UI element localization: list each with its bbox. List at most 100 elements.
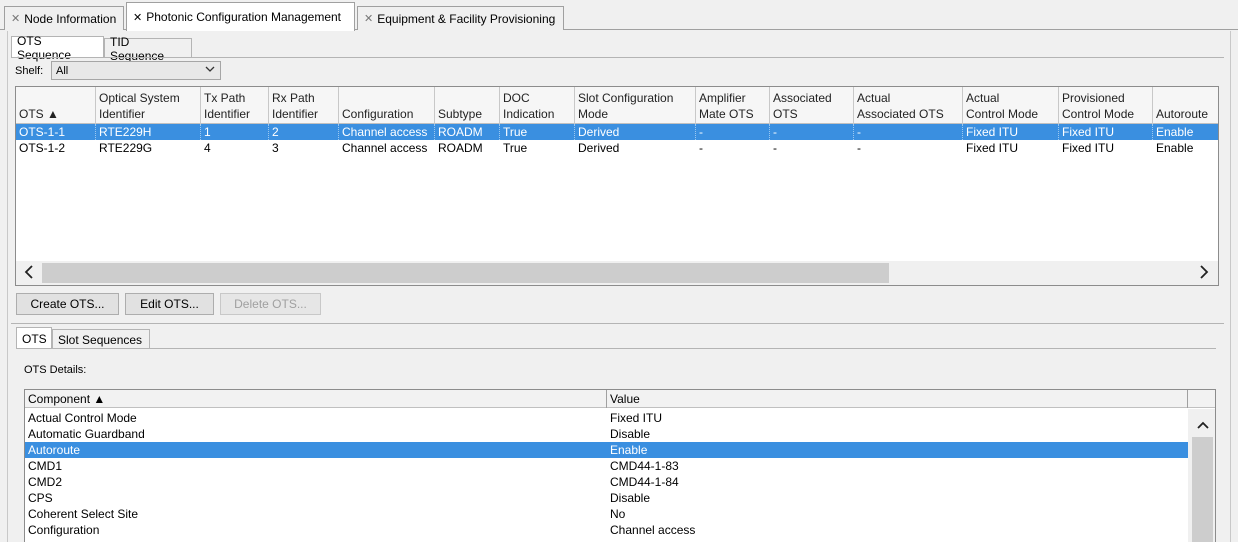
column-header[interactable]: DOC Indication bbox=[500, 87, 575, 124]
table-cell: - bbox=[854, 124, 963, 140]
ots-table: OTS ▲ Optical System Identifier Tx Path Id… bbox=[15, 86, 1219, 286]
table-cell: Fixed ITU bbox=[966, 141, 1019, 155]
table-cell: Fixed ITU bbox=[1062, 141, 1115, 155]
shelf-value: All bbox=[56, 64, 69, 77]
column-header[interactable]: Actual Control Mode bbox=[963, 87, 1059, 124]
table-cell: 1 bbox=[201, 124, 269, 140]
tab-ots-sequence[interactable]: OTS Sequence bbox=[11, 34, 104, 62]
table-cell: Derived bbox=[578, 141, 620, 155]
table-cell: Enable bbox=[1156, 125, 1194, 139]
column-header[interactable]: Configuration bbox=[339, 87, 435, 124]
chevron-left-icon[interactable] bbox=[24, 263, 34, 284]
create-ots-button[interactable]: Create OTS... bbox=[16, 293, 119, 315]
tab-tid-sequence[interactable]: TID Sequence bbox=[104, 35, 192, 63]
delete-ots-button[interactable]: Delete OTS... bbox=[220, 293, 321, 315]
table-cell: Enable bbox=[1156, 141, 1194, 155]
value-cell: Channel access bbox=[610, 523, 696, 537]
table-cell: Fixed ITU bbox=[1059, 124, 1153, 140]
component-cell: Coherent Select Site bbox=[28, 507, 139, 521]
table-cell: 3 bbox=[272, 141, 279, 155]
top-tab-strip: ✕ Node Information ✕ Photonic Configurat… bbox=[0, 0, 1238, 31]
table-header: Component ▲ Value bbox=[25, 390, 1215, 408]
tab-label: Photonic Configuration Management bbox=[146, 10, 342, 24]
chevron-up-icon[interactable] bbox=[1197, 417, 1209, 433]
table-cell: ROADM bbox=[435, 124, 500, 140]
table-cell: ROADM bbox=[438, 141, 483, 155]
list-item[interactable]: Configuration Channel access bbox=[25, 522, 1188, 538]
tab-divider bbox=[16, 348, 1216, 349]
table-cell: RTE229G bbox=[99, 141, 153, 155]
list-item[interactable]: CMD2 CMD44-1-84 bbox=[25, 474, 1188, 490]
tab-photonic-configuration-management[interactable]: ✕ Photonic Configuration Management bbox=[126, 2, 355, 31]
table-cell: 2 bbox=[269, 124, 339, 140]
ots-details-label: OTS Details: bbox=[24, 364, 87, 376]
component-cell: CMD2 bbox=[28, 475, 63, 489]
tab-node-information[interactable]: ✕ Node Information bbox=[4, 6, 124, 30]
table-cell: Channel access bbox=[339, 124, 435, 140]
table-cell: True bbox=[503, 141, 528, 155]
table-cell: True bbox=[500, 124, 575, 140]
column-header[interactable]: Subtype bbox=[435, 87, 500, 124]
column-header[interactable]: Amplifier Mate OTS bbox=[696, 87, 770, 124]
column-header[interactable]: Rx Path Identifier bbox=[269, 87, 339, 124]
chevron-right-icon[interactable] bbox=[1199, 263, 1209, 284]
tab-equipment-facility-provisioning[interactable]: ✕ Equipment & Facility Provisioning bbox=[357, 6, 564, 30]
table-header: OTS ▲ Optical System Identifier Tx Path Id… bbox=[16, 87, 1218, 124]
table-cell: 4 bbox=[204, 141, 211, 155]
table-cell: Derived bbox=[575, 124, 696, 140]
tab-ots[interactable]: OTS bbox=[16, 327, 52, 349]
scrollbar-thumb[interactable] bbox=[1192, 437, 1213, 542]
list-item[interactable]: Autoroute Enable bbox=[25, 442, 1188, 458]
horizontal-scrollbar[interactable] bbox=[16, 261, 1218, 285]
section-divider bbox=[11, 323, 1224, 324]
tab-label: Node Information bbox=[24, 11, 117, 26]
component-cell: Automatic Guardband bbox=[28, 427, 145, 441]
column-header-value[interactable]: Value bbox=[607, 390, 1188, 408]
close-icon[interactable]: ✕ bbox=[133, 11, 142, 24]
table-cell: - bbox=[770, 124, 854, 140]
tab-slot-sequences[interactable]: Slot Sequences bbox=[52, 329, 150, 349]
table-cell: Fixed ITU bbox=[963, 124, 1059, 140]
column-header[interactable]: Associated OTS bbox=[770, 87, 854, 124]
ots-details-table: Component ▲ Value Actual Control Mode Fi… bbox=[24, 389, 1216, 542]
column-header-component[interactable]: Component ▲ bbox=[25, 390, 607, 408]
tab-label: TID Sequence bbox=[110, 34, 165, 63]
edit-ots-button[interactable]: Edit OTS... bbox=[125, 293, 214, 315]
column-header[interactable]: Autoroute bbox=[1153, 87, 1218, 124]
table-cell: RTE229H bbox=[96, 124, 201, 140]
component-cell: Autoroute bbox=[28, 443, 81, 457]
list-item[interactable]: CMD1 CMD44-1-83 bbox=[25, 458, 1188, 474]
table-cell: OTS-1-1 bbox=[16, 124, 96, 140]
value-cell: Disable bbox=[610, 427, 651, 441]
tab-label: Slot Sequences bbox=[58, 332, 143, 347]
table-cell: - bbox=[773, 141, 777, 155]
column-header[interactable]: Slot Configuration Mode bbox=[575, 87, 696, 124]
column-header[interactable]: Tx Path Identifier bbox=[201, 87, 269, 124]
list-item[interactable]: CPS Disable bbox=[25, 490, 1188, 506]
table-cell: - bbox=[699, 141, 703, 155]
list-item[interactable]: Actual Control Mode Fixed ITU bbox=[25, 410, 1188, 426]
table-row[interactable]: OTS-1-1 RTE229H 1 2 Channel access ROADM… bbox=[16, 124, 1218, 140]
component-cell: CMD1 bbox=[28, 459, 63, 473]
close-icon[interactable]: ✕ bbox=[364, 12, 373, 25]
shelf-label: Shelf: bbox=[15, 65, 44, 77]
column-header[interactable]: Actual Associated OTS bbox=[854, 87, 963, 124]
column-header[interactable]: OTS ▲ bbox=[16, 87, 96, 124]
close-icon[interactable]: ✕ bbox=[11, 12, 20, 25]
table-cell: OTS-1-2 bbox=[19, 141, 66, 155]
table-row[interactable]: OTS-1-2 RTE229G 4 3 Channel access ROADM… bbox=[16, 140, 1218, 156]
column-header[interactable]: Optical System Identifier bbox=[96, 87, 201, 124]
scrollbar-thumb[interactable] bbox=[42, 263, 889, 283]
shelf-select[interactable]: All bbox=[51, 61, 221, 80]
list-item[interactable]: Coherent Select Site No bbox=[25, 506, 1188, 522]
vertical-scrollbar[interactable] bbox=[1188, 409, 1215, 542]
value-cell: CMD44-1-84 bbox=[610, 475, 679, 489]
value-cell: No bbox=[610, 507, 626, 521]
chevron-down-icon bbox=[204, 63, 216, 78]
value-cell: Fixed ITU bbox=[610, 411, 663, 425]
value-cell: Enable bbox=[610, 443, 648, 457]
table-cell: - bbox=[857, 141, 861, 155]
list-item[interactable]: Automatic Guardband Disable bbox=[25, 426, 1188, 442]
column-header[interactable]: Provisioned Control Mode bbox=[1059, 87, 1153, 124]
component-cell: Actual Control Mode bbox=[28, 411, 137, 425]
